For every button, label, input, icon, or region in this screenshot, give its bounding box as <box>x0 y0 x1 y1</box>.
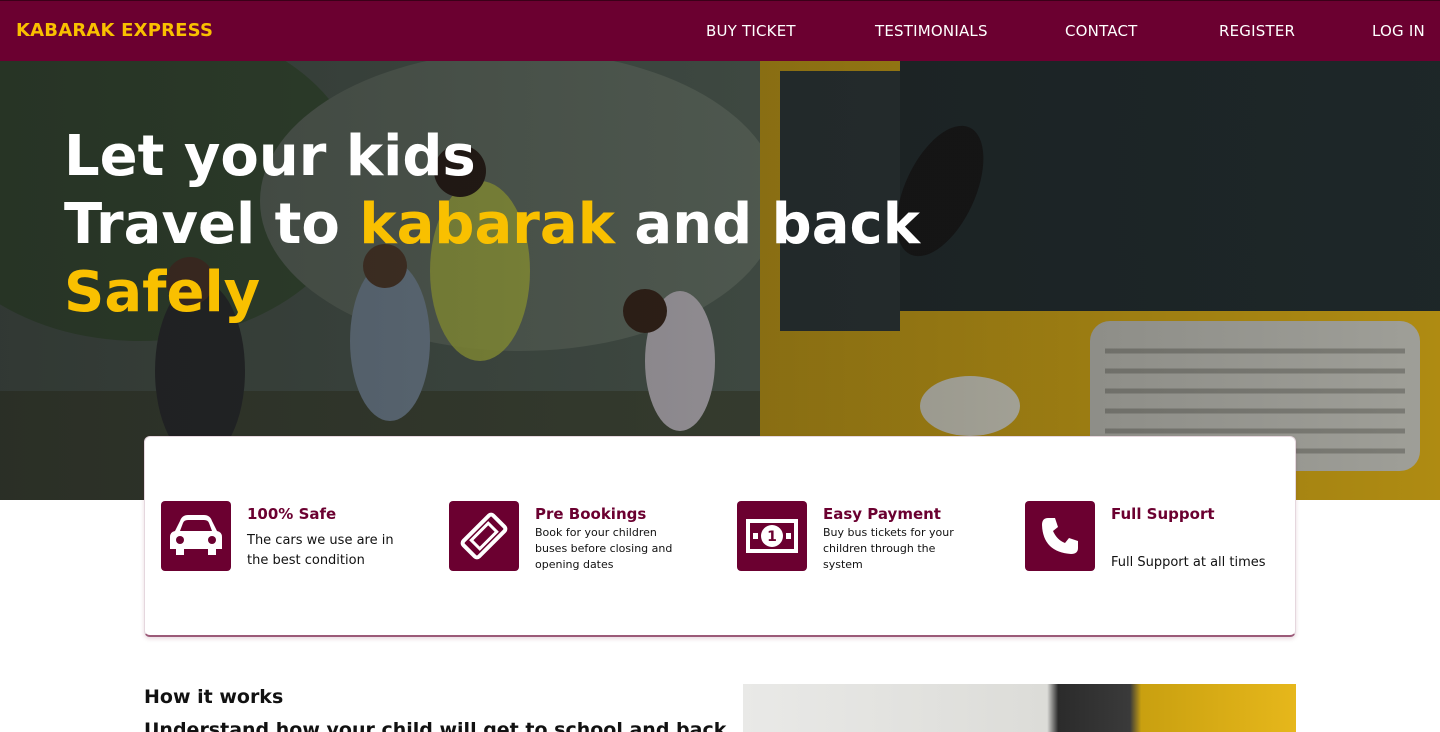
hero-banner: Let your kids Travel to kabarak and back… <box>0 61 1440 500</box>
brand-logo-link[interactable]: KABARAK EXPRESS <box>16 20 213 41</box>
nav-contact[interactable]: CONTACT <box>1065 22 1138 40</box>
feature-title: 100% Safe <box>247 505 337 523</box>
hero-line-2-end: and back <box>614 192 920 257</box>
nav-buy-ticket[interactable]: BUY TICKET <box>706 22 796 40</box>
ticket-icon <box>449 501 519 571</box>
nav-log-in[interactable]: LOG IN <box>1372 22 1425 40</box>
hero-line-2-start: Travel to <box>64 192 360 257</box>
nav-testimonials[interactable]: TESTIMONIALS <box>875 22 988 40</box>
feature-text: The cars we use are in the best conditio… <box>247 533 394 568</box>
features-card: 100% Safe The cars we use are in the bes… <box>144 436 1296 637</box>
feature-text: Buy bus tickets for your children throug… <box>823 526 954 571</box>
how-it-works-image <box>743 684 1296 732</box>
top-navbar: KABARAK EXPRESS BUY TICKET TESTIMONIALS … <box>0 0 1440 61</box>
hero-line-2: Travel to kabarak and back <box>64 191 920 259</box>
how-it-works-subheading: Understand how your child will get to sc… <box>144 719 727 732</box>
feature-title: Easy Payment <box>823 505 941 523</box>
hero-headline: Let your kids Travel to kabarak and back… <box>64 123 920 327</box>
feature-easy-payment: 1 Easy Payment Buy bus tickets for your … <box>737 501 1007 581</box>
car-icon <box>161 501 231 571</box>
feature-pre-bookings: Pre Bookings Book for your children buse… <box>449 501 719 581</box>
feature-full-support: Full Support Full Support at all times <box>1025 501 1295 581</box>
feature-title: Pre Bookings <box>535 505 647 523</box>
feature-safe: 100% Safe The cars we use are in the bes… <box>161 501 431 581</box>
nav-register[interactable]: REGISTER <box>1219 22 1295 40</box>
hero-line-3: Safely <box>64 260 261 325</box>
phone-icon <box>1025 501 1095 571</box>
feature-text: Book for your children buses before clos… <box>535 526 673 571</box>
feature-text: Full Support at all times <box>1111 555 1266 570</box>
hero-highlight-kabarak: kabarak <box>359 192 615 257</box>
svg-text:1: 1 <box>767 529 777 545</box>
money-icon: 1 <box>737 501 807 571</box>
how-it-works-heading: How it works <box>144 686 284 708</box>
hero-line-1: Let your kids <box>64 124 476 189</box>
feature-title: Full Support <box>1111 505 1215 523</box>
